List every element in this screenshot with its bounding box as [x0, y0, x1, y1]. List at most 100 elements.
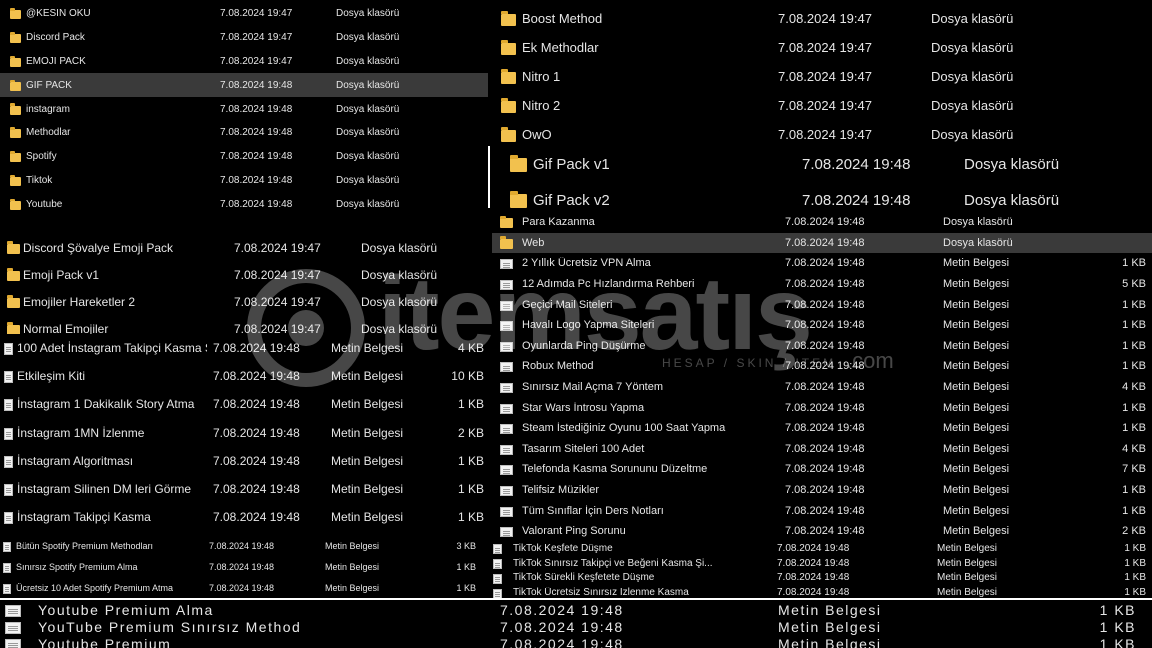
file-row-owo[interactable]: OwO 7.08.2024 19:47 Dosya klasörü — [492, 120, 1152, 146]
file-date: 7.08.2024 19:47 — [778, 69, 872, 84]
text-document-icon — [500, 341, 513, 352]
file-row-i-nstagram-1-dakikal-k-story-atma[interactable]: İnstagram 1 Dakikalık Story Atma 7.08.202… — [0, 390, 488, 418]
file-row-i-nstagram-takip-i-kasma[interactable]: İnstagram Takipçi Kasma 7.08.2024 19:48 Me… — [0, 503, 488, 531]
file-name: Emojiler Hareketler 2 — [23, 294, 136, 309]
file-name: Emoji Pack v1 — [23, 267, 100, 282]
file-row-tiktok[interactable]: Tiktok 7.08.2024 19:48 Dosya klasörü — [0, 169, 488, 193]
file-name: Telefonda Kasma Sorununu Düzeltme — [522, 463, 708, 476]
file-row-web[interactable]: Web 7.08.2024 19:48 Dosya klasörü — [492, 232, 1152, 254]
file-row-12-ad-mda-pc-h-zland-rma-rehberi[interactable]: 12 Adımda Pc Hızlandırma Rehberi 7.08.202… — [492, 274, 1152, 295]
file-date: 7.08.2024 19:47 — [220, 8, 293, 20]
file-row-robux-method[interactable]: Robux Method 7.08.2024 19:48 Metin Belgesi… — [492, 356, 1152, 377]
file-row-youtube[interactable]: Youtube 7.08.2024 19:48 Dosya klasörü — [0, 192, 488, 216]
file-size: 1 KB — [1122, 298, 1146, 311]
file-type: Dosya klasörü — [336, 79, 400, 91]
file-type: Metin Belgesi — [943, 422, 1010, 435]
file-row-ge-ici-mail-siteleri[interactable]: Geçici Mail Siteleri 7.08.2024 19:48 Metin… — [492, 294, 1152, 315]
file-size: 1 KB — [1122, 422, 1146, 435]
file-row-youtube-premium[interactable]: Youtube Premium 7.08.2024 19:48 Metin Belg… — [0, 635, 1152, 648]
file-date: 7.08.2024 19:48 — [500, 635, 624, 648]
file-date: 7.08.2024 19:48 — [777, 572, 850, 584]
explorer-panel-gif-pack: Gif Pack v1 7.08.2024 19:48 Dosya klasörü G… — [492, 146, 1152, 216]
file-row-oyunlarda-ping-d-rme[interactable]: Oyunlarda Ping Düşürme 7.08.2024 19:48 Met… — [492, 336, 1152, 357]
file-size: 4 KB — [457, 341, 484, 356]
file-row-cretsiz-10-adet-spotify-premium-atma[interactable]: Ücretsiz 10 Adet Spotify Premium Atma 7.0… — [0, 577, 488, 594]
file-row-tasar-m-siteleri-100-adet[interactable]: Tasarım Siteleri 100 Adet 7.08.2024 19:48… — [492, 439, 1152, 460]
text-document-icon — [4, 455, 13, 468]
file-row-star-wars-i-ntrosu-yapma[interactable]: Star Wars İntrosu Yapma 7.08.2024 19:48 Me… — [492, 397, 1152, 418]
file-date: 7.08.2024 19:48 — [785, 463, 865, 476]
file-row-telefonda-kasma-sorununu-d-zeltme[interactable]: Telefonda Kasma Sorununu Düzeltme 7.08.20… — [492, 459, 1152, 480]
file-row-b-t-n-spotify-premium-methodlar[interactable]: Bütün Spotify Premium Methodları 7.08.202… — [0, 535, 488, 556]
file-row-etkile-im-kiti[interactable]: Etkileşim Kiti 7.08.2024 19:48 Metin Belge… — [0, 362, 488, 390]
file-type: Dosya klasörü — [361, 267, 438, 282]
file-type: Metin Belgesi — [943, 401, 1010, 414]
file-row-tiktok-cretsiz-s-n-rs-z-i-zlenme-kasma[interactable]: TikTok Ücretsiz Sınırsız İzlenme Kasma 7.… — [488, 585, 1152, 598]
file-row-emojiler-hareketler-2[interactable]: Emojiler Hareketler 2 7.08.2024 19:47 Dosy… — [0, 288, 488, 315]
file-row-t-m-s-n-flar-i-in-ders-notlar[interactable]: Tüm Sınıflar İçin Ders Notları 7.08.2024 … — [492, 500, 1152, 521]
file-row-ek-methodlar[interactable]: Ek Methodlar 7.08.2024 19:47 Dosya klasörü — [492, 33, 1152, 62]
file-row-telifsiz-m-zikler[interactable]: Telifsiz Müzikler 7.08.2024 19:48 Metin Be… — [492, 480, 1152, 501]
file-row-haval-logo-yapma-siteleri[interactable]: Havalı Logo Yapma Siteleri 7.08.2024 19:4… — [492, 315, 1152, 336]
file-row-100-adet-i-nstagram-takip-i-kasma-sitesi[interactable]: 100 Adet İnstagram Takipçi Kasma Sitesi 7… — [0, 334, 488, 362]
file-type: Dosya klasörü — [336, 8, 400, 20]
explorer-panel-methodlar: Para Kazanma 7.08.2024 19:48 Dosya klasörü… — [492, 212, 1152, 542]
file-type: Dosya klasörü — [931, 69, 1014, 84]
file-name: Robux Method — [522, 360, 594, 373]
explorer-panel-instagram: 100 Adet İnstagram Takipçi Kasma Sitesi 7… — [0, 334, 488, 532]
file-name: Steam İstediğiniz Oyunu 100 Saat Yapma — [522, 422, 726, 435]
file-name: Nitro 2 — [522, 98, 561, 113]
file-size: 10 KB — [451, 369, 484, 384]
file-row-emoji-pack[interactable]: EMOJİ PACK 7.08.2024 19:47 Dosya klasörü — [0, 50, 488, 74]
file-type: Dosya klasörü — [964, 191, 1060, 209]
file-row-kesin-oku[interactable]: @KESIN OKU 7.08.2024 19:47 Dosya klasörü — [0, 2, 488, 26]
file-name: Discord Pack — [26, 32, 85, 44]
file-row-gi-f-pack[interactable]: GİF PACK 7.08.2024 19:48 Dosya klasörü — [0, 73, 488, 98]
file-row-tiktok-ke-fete-d-me[interactable]: TikTok Keşfete Düşme 7.08.2024 19:48 Metin… — [488, 541, 1152, 556]
file-date: 7.08.2024 19:48 — [802, 155, 911, 173]
folder-icon — [10, 31, 21, 44]
file-row-s-n-rs-z-spotify-premium-alma[interactable]: Sınırsız Spotify Premium Alma 7.08.2024 1… — [0, 556, 488, 577]
file-size: 1 KB — [1122, 360, 1146, 373]
file-row-nitro-2[interactable]: Nitro 2 7.08.2024 19:47 Dosya klasörü — [492, 91, 1152, 120]
file-row-discord-valye-emoji-pack[interactable]: Discord Şövalye Emoji Pack 7.08.2024 19:4… — [0, 234, 488, 261]
file-size: 1 KB — [457, 482, 484, 497]
file-row-youtube-premium-alma[interactable]: Youtube Premium Alma 7.08.2024 19:48 Metin… — [0, 601, 1152, 618]
file-row-i-nstagram-1mn-i-zlenme[interactable]: İnstagram 1MN İzlenme 7.08.2024 19:48 Meti… — [0, 419, 488, 447]
file-row-nitro-1[interactable]: Nitro 1 7.08.2024 19:47 Dosya klasörü — [492, 62, 1152, 91]
file-date: 7.08.2024 19:48 — [785, 278, 865, 291]
file-row-tiktok-s-n-rs-z-takip-i-ve-be-eni-kasma-i[interactable]: TikTok Sınırsız Takipçi ve Beğeni Kasma … — [488, 556, 1152, 571]
file-row-2-y-ll-k-cretsiz-vpn-alma[interactable]: 2 Yıllık Ücretsiz VPN Alma 7.08.2024 19:4… — [492, 253, 1152, 274]
file-row-youtube-premium-s-n-rs-z-method[interactable]: YouTube Premium Sınırsız Method 7.08.2024… — [0, 618, 1152, 635]
file-size: 1 KB — [1099, 618, 1136, 635]
file-name: Telifsiz Müzikler — [522, 484, 600, 497]
file-row-i-nstagram-algoritmas[interactable]: İnstagram Algoritması 7.08.2024 19:48 Meti… — [0, 447, 488, 475]
file-date: 7.08.2024 19:48 — [213, 397, 300, 412]
file-row-s-n-rs-z-mail-a-ma-7-y-ntem[interactable]: Sınırsız Mail Açma 7 Yöntem 7.08.2024 19:… — [492, 377, 1152, 398]
panel-divider-horizontal — [0, 598, 1152, 600]
text-document-icon — [500, 259, 513, 270]
file-date: 7.08.2024 19:48 — [785, 525, 865, 538]
file-row-gif-pack-v2[interactable]: Gif Pack v2 7.08.2024 19:48 Dosya klasörü — [492, 182, 1152, 216]
file-row-methodlar[interactable]: Methodlar 7.08.2024 19:48 Dosya klasörü — [0, 121, 488, 145]
file-name: Sınırsız Spotify Premium Alma — [16, 561, 138, 572]
file-name: instagram — [26, 103, 70, 115]
file-row-para-kazanma[interactable]: Para Kazanma 7.08.2024 19:48 Dosya klasörü — [492, 212, 1152, 233]
file-name: Web — [522, 236, 545, 249]
file-row-i-nstagram-silinen-dm-leri-g-rme[interactable]: İnstagram Silinen DM leri Görme 7.08.2024… — [0, 475, 488, 503]
file-row-tiktok-s-rekli-ke-fetete-d-me[interactable]: TikTok Sürekli Keşfetete Düşme 7.08.2024 … — [488, 571, 1152, 586]
file-type: Metin Belgesi — [778, 635, 882, 648]
file-row-instagram[interactable]: instagram 7.08.2024 19:48 Dosya klasörü — [0, 97, 488, 121]
file-row-valorant-ping-sorunu[interactable]: Valorant Ping Sorunu 7.08.2024 19:48 Metin… — [492, 521, 1152, 542]
folder-icon — [10, 127, 21, 139]
file-row-boost-method[interactable]: Boost Method 7.08.2024 19:47 Dosya klasörü — [492, 4, 1152, 33]
file-row-spotify[interactable]: Spotify 7.08.2024 19:48 Dosya klasörü — [0, 145, 488, 169]
file-row-discord-pack[interactable]: Discord Pack 7.08.2024 19:47 Dosya klasörü — [0, 26, 488, 50]
file-type: Metin Belgesi — [943, 525, 1010, 538]
text-document-icon — [4, 371, 13, 384]
text-document-icon — [493, 588, 502, 598]
file-row-gif-pack-v1[interactable]: Gif Pack v1 7.08.2024 19:48 Dosya klasörü — [492, 146, 1152, 182]
file-row-emoji-pack-v1[interactable]: Emoji Pack v1 7.08.2024 19:47 Dosya klasör… — [0, 261, 488, 288]
file-row-steam-i-stedi-iniz-oyunu-100-saat-yapma[interactable]: Steam İstediğiniz Oyunu 100 Saat Yapma 7.… — [492, 418, 1152, 439]
folder-icon — [510, 190, 527, 208]
